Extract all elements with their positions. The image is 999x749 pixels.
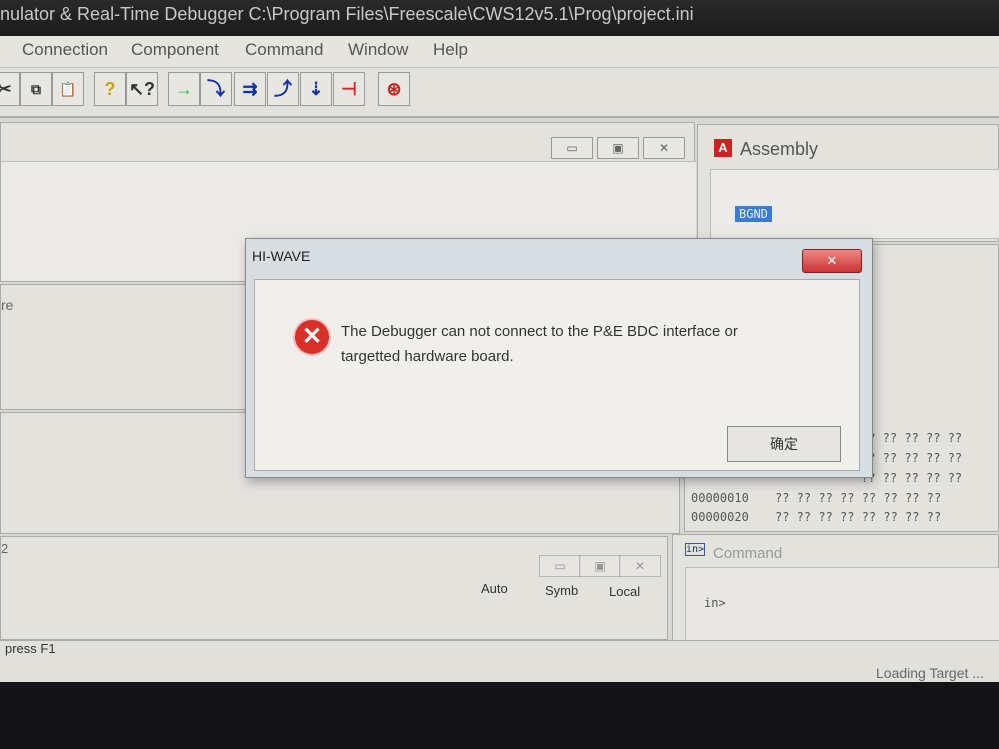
reset-icon[interactable]: ⊛ <box>378 72 410 106</box>
ok-button[interactable]: 确定 <box>727 426 841 462</box>
assembly-step-icon[interactable]: ⇣ <box>300 72 332 106</box>
memory-row: ?? ?? ?? ?? ?? <box>861 471 963 485</box>
command-prompt: in> <box>704 596 726 610</box>
panel-label: 2 <box>1 541 9 556</box>
data-window-2: 2 ▭ ▣ ✕ Auto Symb Local <box>0 536 668 640</box>
menu-component[interactable]: Component <box>131 40 219 60</box>
menu-help[interactable]: Help <box>433 40 468 60</box>
maximize-button[interactable]: ▣ <box>597 137 639 159</box>
paste-icon[interactable]: 📋 <box>52 72 84 106</box>
command-icon: in> <box>685 543 706 556</box>
step-over-icon[interactable]: ⇉ <box>234 72 266 106</box>
command-window: in> Command in> <box>672 534 999 646</box>
copy-icon[interactable]: ⧉ <box>20 72 52 106</box>
memory-row: ?? ?? ?? ?? ?? ?? ?? ?? <box>775 510 942 524</box>
memory-row: ?? ?? ?? ?? ?? <box>861 431 963 445</box>
minimize-button[interactable]: ▭ <box>539 555 581 577</box>
auto-button[interactable]: Auto <box>481 581 508 596</box>
minimize-button[interactable]: ▭ <box>551 137 593 159</box>
panel-label: re <box>1 297 14 313</box>
error-icon: ✕ <box>293 318 331 356</box>
assembly-title: Assembly <box>740 139 819 159</box>
message-line: targetted hardware board. <box>341 348 514 365</box>
close-button[interactable]: ✕ <box>643 137 685 159</box>
title-bar: nulator & Real-Time Debugger C:\Program … <box>0 0 999 38</box>
command-title: Command <box>713 545 783 562</box>
status-loading: Loading Target ... <box>876 665 984 681</box>
command-input[interactable]: in> <box>685 567 999 645</box>
single-step-icon[interactable]: ⤵ <box>200 72 232 106</box>
monitor-bezel <box>0 682 999 749</box>
status-bar: press F1 Loading Target ... <box>0 640 999 682</box>
dialog-message: The Debugger can not connect to the P&E … <box>341 319 738 369</box>
toolbar: ✂ ⧉ 📋 ? ↖? → ⤵ ⇉ ⤴ ⇣ ⊣ ⊛ <box>0 68 999 118</box>
maximize-button[interactable]: ▣ <box>579 555 621 577</box>
assembly-content: BGND <box>710 169 999 239</box>
window-title: nulator & Real-Time Debugger C:\Program … <box>0 4 694 24</box>
menu-bar: Connection Component Command Window Help <box>0 36 999 68</box>
close-button[interactable]: ✕ <box>619 555 661 577</box>
memory-row: ?? ?? ?? ?? ?? <box>861 451 963 465</box>
memory-address: 00000020 <box>691 510 749 524</box>
step-out-icon[interactable]: ⤴ <box>267 72 299 106</box>
status-hint: press F1 <box>5 641 56 656</box>
cut-icon[interactable]: ✂ <box>0 72 20 106</box>
dialog-title: HI-WAVE <box>252 248 311 264</box>
context-help-icon[interactable]: ↖? <box>126 72 158 106</box>
memory-address: 00000010 <box>691 491 749 505</box>
assembly-selected-line[interactable]: BGND <box>735 206 772 222</box>
menu-window[interactable]: Window <box>348 40 408 60</box>
assembly-window: A Assembly BGND <box>697 124 999 242</box>
local-button[interactable]: Local <box>609 584 640 599</box>
memory-row: ?? ?? ?? ?? ?? ?? ?? ?? <box>775 491 942 505</box>
dialog-close-button[interactable]: ✕ <box>802 249 862 273</box>
message-line: The Debugger can not connect to the P&E … <box>341 323 738 340</box>
help-icon[interactable]: ? <box>94 72 126 106</box>
menu-connection[interactable]: Connection <box>22 40 108 60</box>
assembly-icon: A <box>714 139 732 157</box>
symb-button[interactable]: Symb <box>545 583 578 598</box>
error-dialog: HI-WAVE ✕ ✕ The Debugger can not connect… <box>245 238 873 478</box>
halt-icon[interactable]: ⊣ <box>333 72 365 106</box>
menu-command[interactable]: Command <box>245 40 323 60</box>
start-icon[interactable]: → <box>168 72 200 106</box>
